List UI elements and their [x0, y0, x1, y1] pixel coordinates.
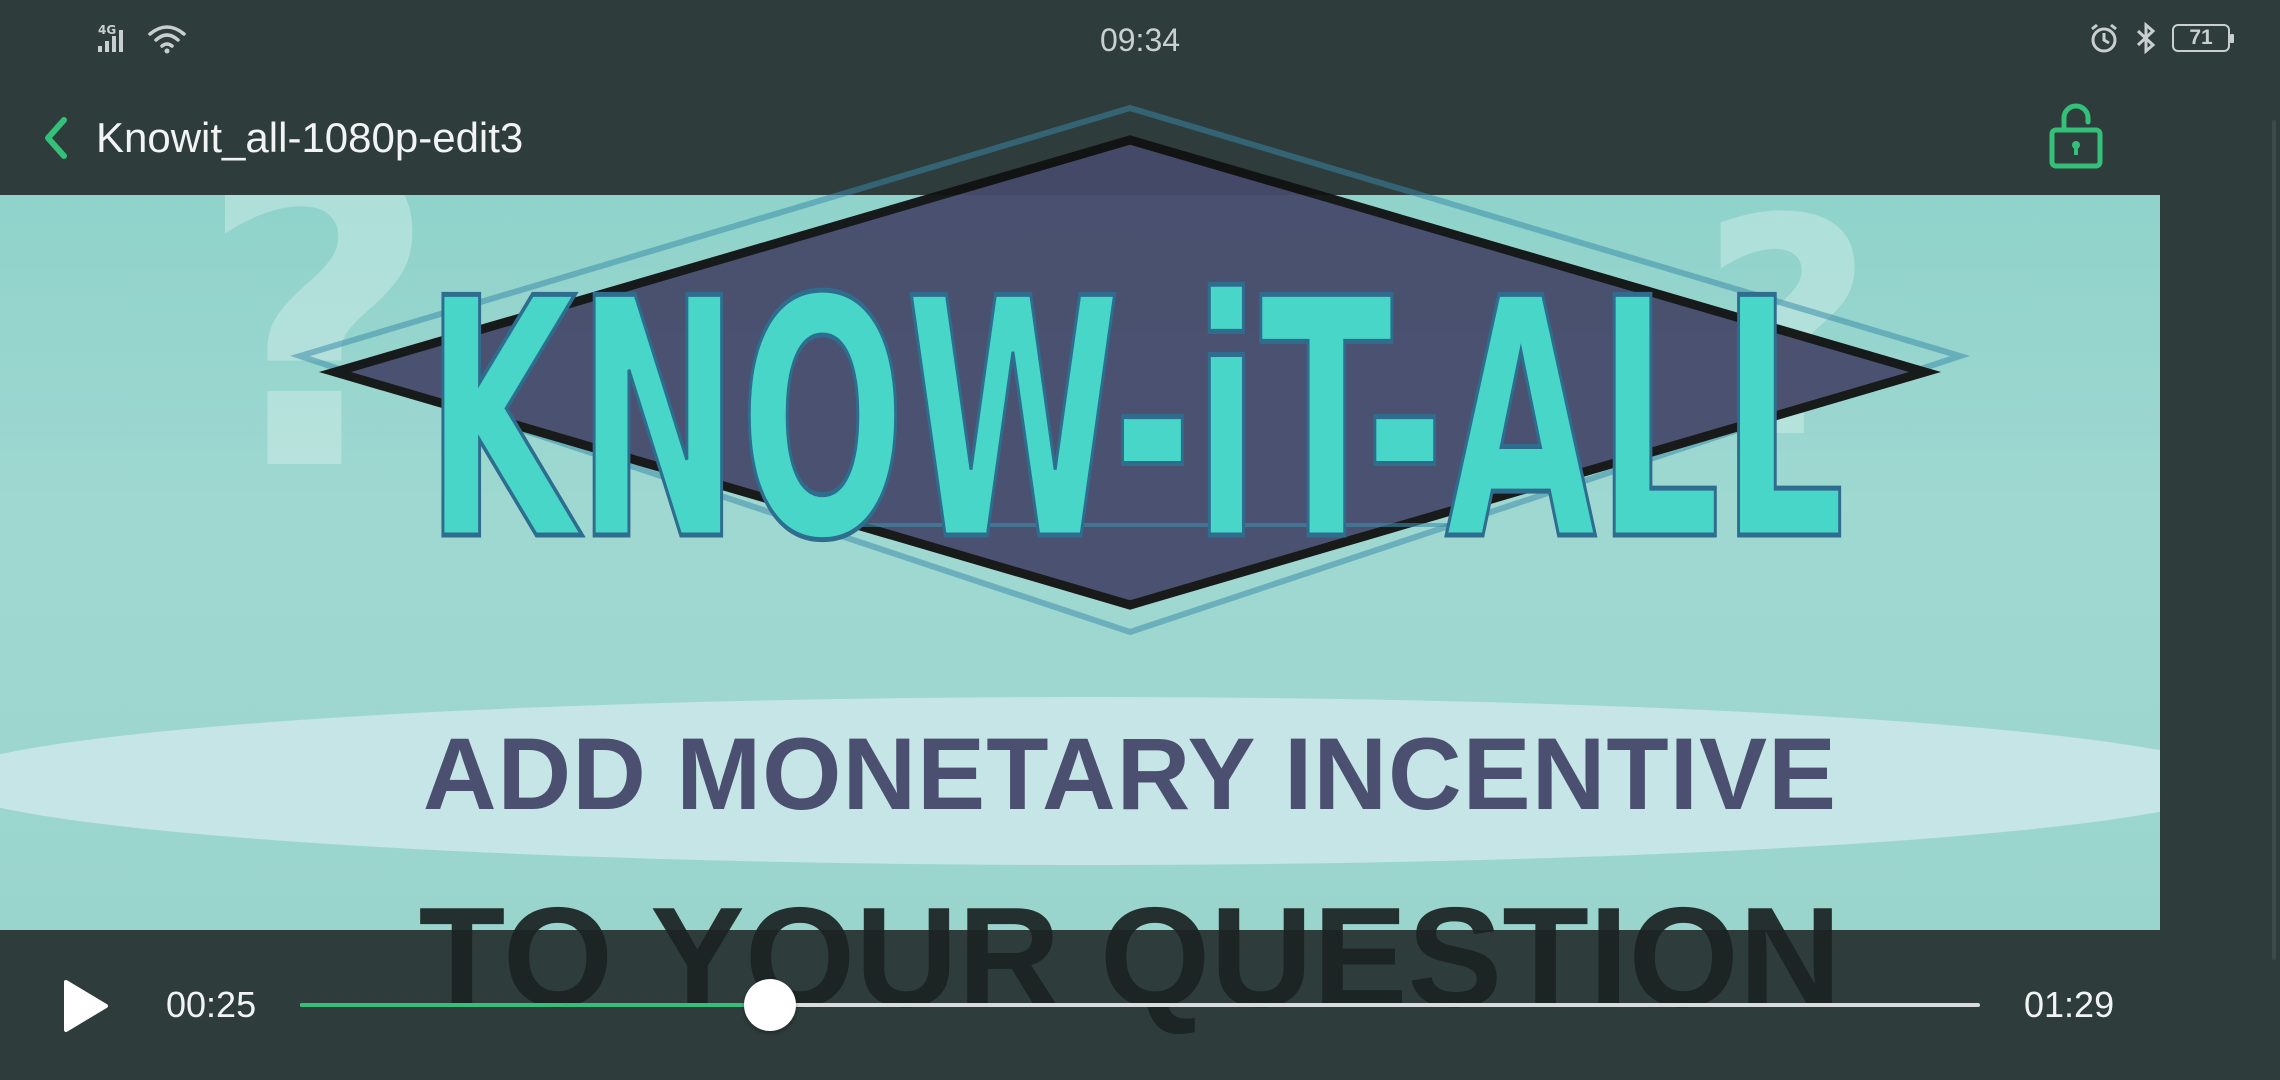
caption-line-1: ADD MONETARY INCENTIVE	[422, 717, 1838, 831]
play-icon	[64, 980, 108, 1032]
status-time: 09:34	[1099, 22, 1181, 58]
video-title: Knowit_all-1080p-edit3	[96, 114, 524, 161]
seek-bar[interactable]	[300, 979, 1980, 1031]
player-controls: 00:25 01:29	[0, 960, 2280, 1050]
battery-icon: 71	[2172, 24, 2234, 52]
seek-progress	[300, 1003, 771, 1007]
status-icons: 71	[2088, 22, 2234, 54]
unlock-icon	[2049, 103, 2103, 169]
title-bar: Knowit_all-1080p-edit3	[0, 100, 2280, 180]
screen-lock-button[interactable]	[2046, 100, 2106, 172]
play-button[interactable]	[60, 978, 110, 1034]
back-button[interactable]	[36, 108, 76, 168]
current-time: 00:25	[166, 984, 257, 1025]
chevron-left-icon	[45, 117, 67, 159]
edge-handle	[2272, 120, 2276, 960]
total-time: 01:29	[2024, 984, 2115, 1025]
bluetooth-icon	[2136, 22, 2156, 54]
seek-thumb[interactable]	[744, 979, 797, 1031]
status-bar: 4G 09:34 71	[0, 0, 2280, 80]
logo-text: KNOW-iT-ALL	[425, 229, 1845, 613]
alarm-icon	[2091, 23, 2117, 53]
